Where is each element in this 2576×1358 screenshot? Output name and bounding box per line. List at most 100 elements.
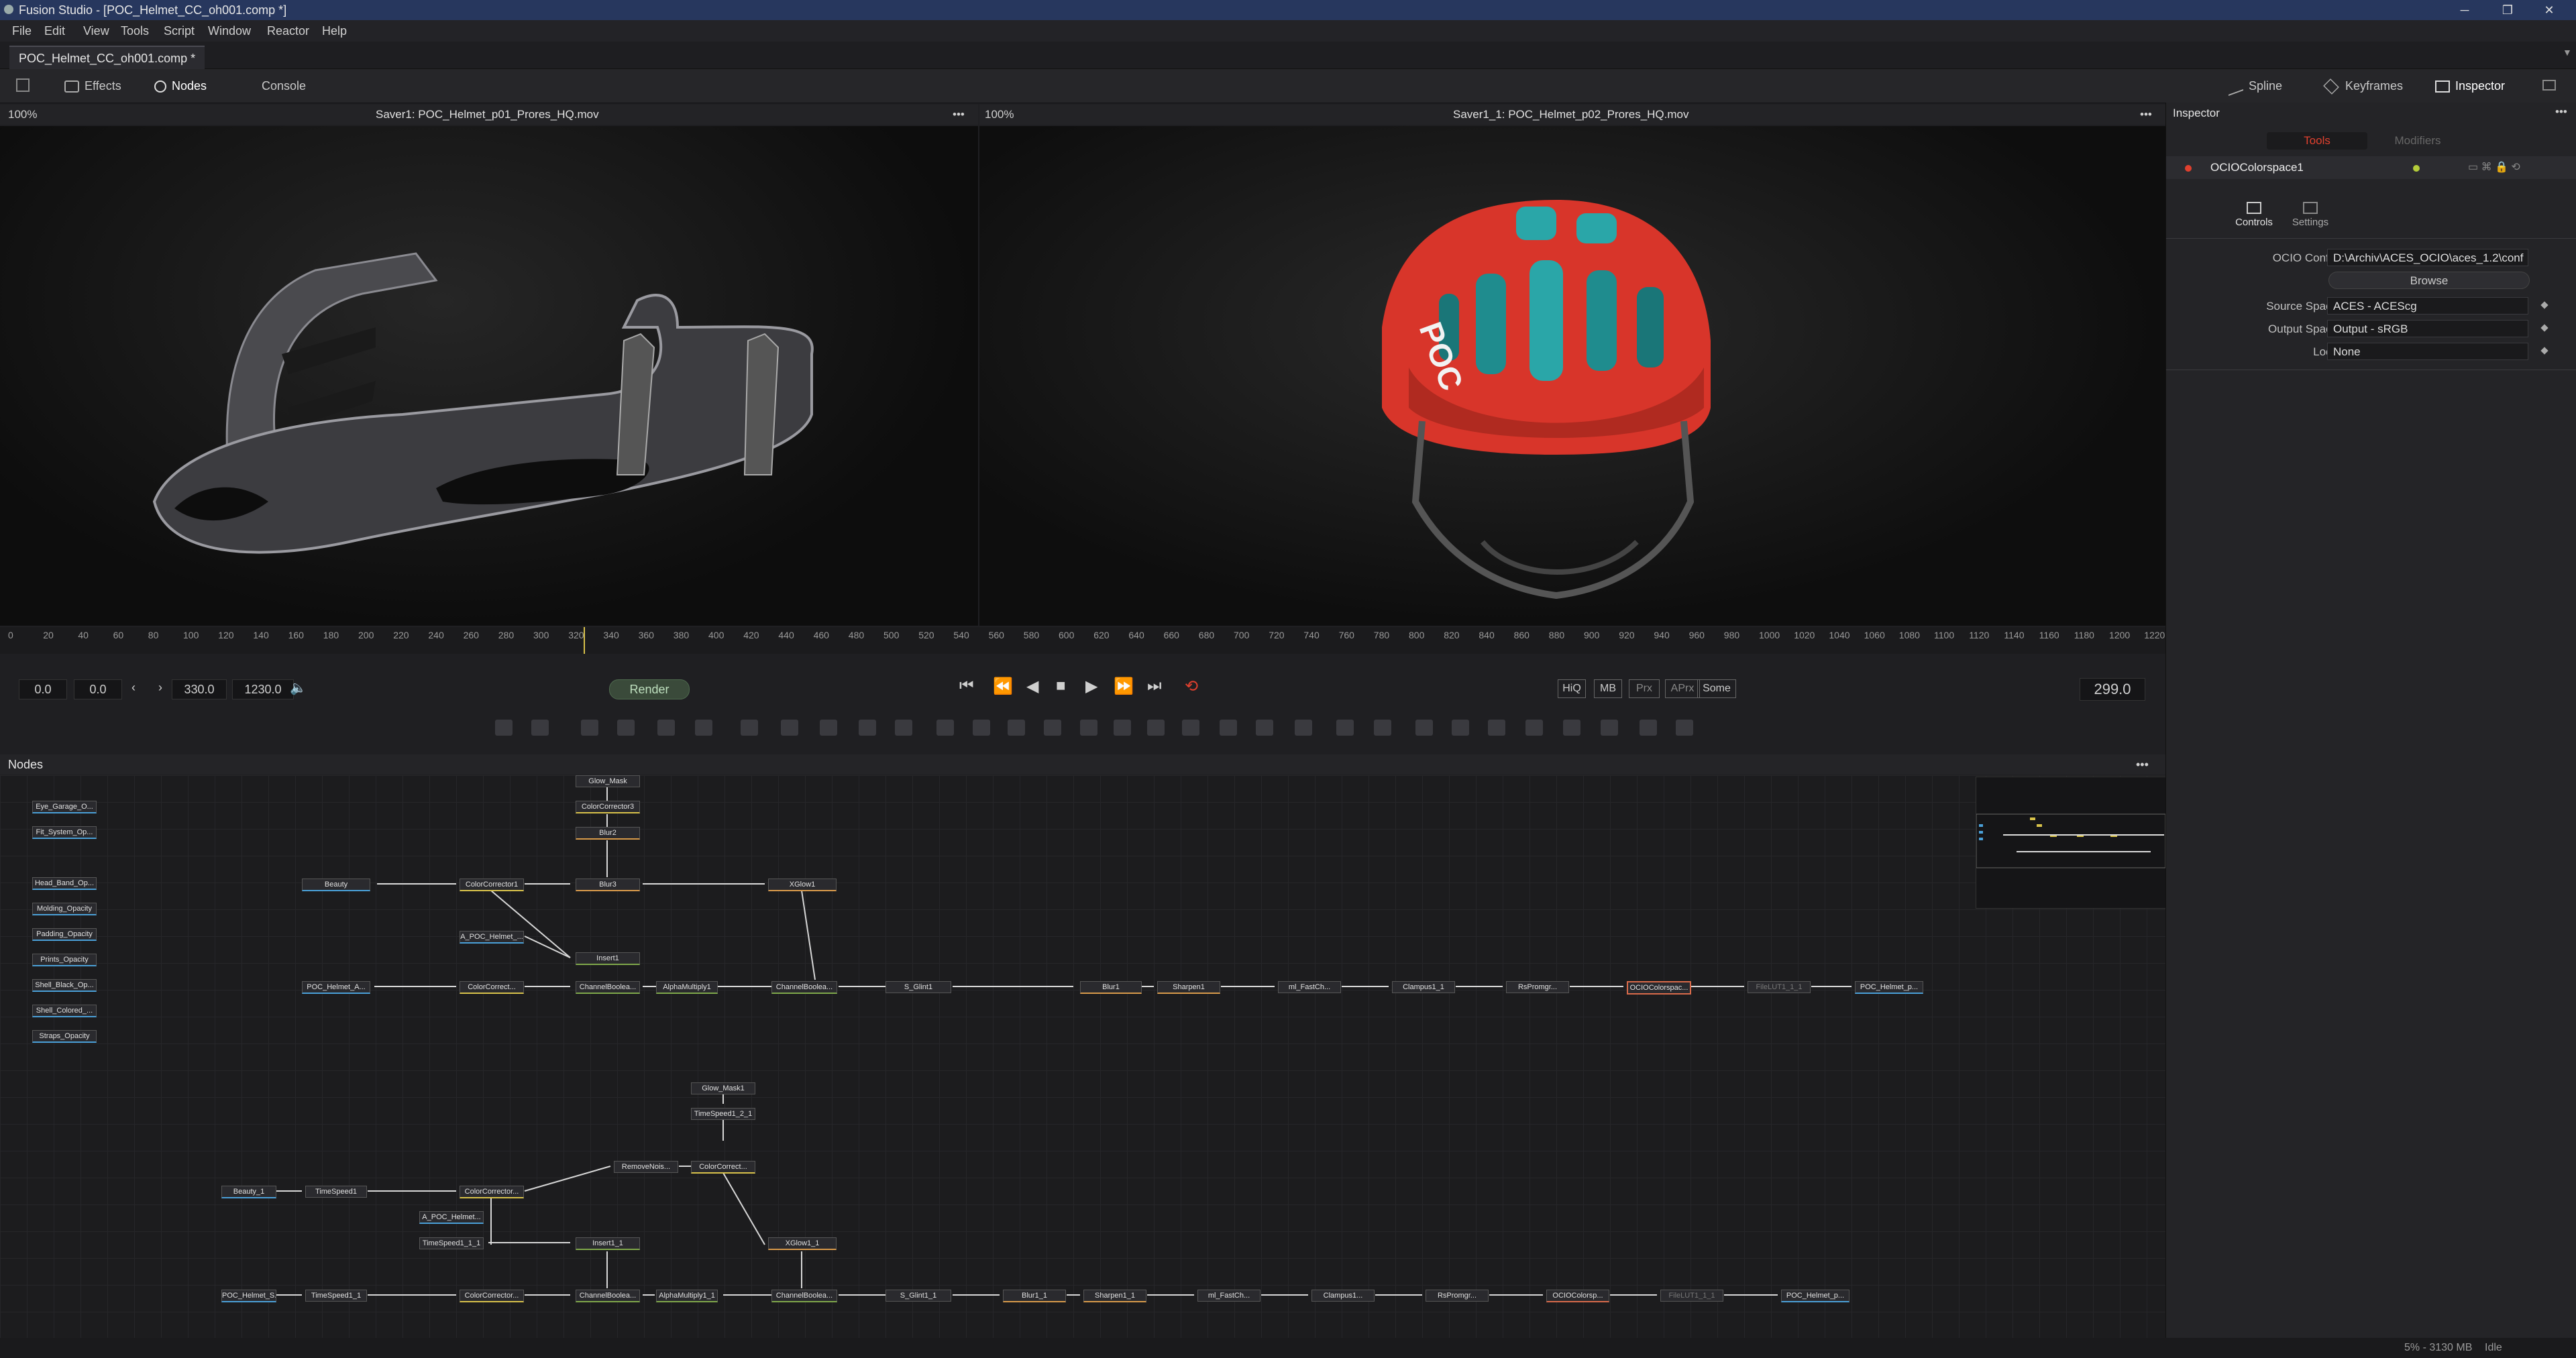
- loop-icon[interactable]: ⟲: [1185, 677, 1198, 696]
- tool-icon-26[interactable]: [1452, 720, 1469, 736]
- console-button[interactable]: Console: [262, 69, 306, 103]
- look-keyframe-icon[interactable]: [2540, 347, 2548, 355]
- spline-button[interactable]: Spline: [2229, 69, 2282, 103]
- node-color-corrector1[interactable]: ColorCorrector1: [460, 879, 524, 891]
- node-blur1-1[interactable]: Blur1_1: [1003, 1290, 1066, 1302]
- global-end-field[interactable]: 1230.0: [232, 679, 294, 699]
- document-tab[interactable]: POC_Helmet_CC_oh001.comp *: [9, 46, 205, 70]
- node-ocio-colorspace-b[interactable]: OCIOColorsp...: [1546, 1290, 1609, 1302]
- node-channel-boolean-b2[interactable]: ChannelBoolea...: [771, 1290, 837, 1302]
- node-s-glint1-1[interactable]: S_Glint1_1: [885, 1290, 951, 1302]
- node-prints[interactable]: Prints_Opacity: [32, 954, 97, 966]
- node-saver-b[interactable]: POC_Helmet_p...: [1781, 1290, 1849, 1302]
- node-timespeed1-1-1[interactable]: TimeSpeed1_1_1: [419, 1237, 484, 1249]
- panel-toggle-icon[interactable]: [16, 78, 30, 92]
- tool-icon-7[interactable]: [741, 720, 758, 736]
- global-start-field[interactable]: 0.0: [19, 679, 67, 699]
- node-timespeed1-1[interactable]: TimeSpeed1_1: [305, 1290, 367, 1302]
- node-timespeed1-2-1[interactable]: TimeSpeed1_2_1: [691, 1108, 755, 1120]
- tool-icon-10[interactable]: [859, 720, 876, 736]
- look-select[interactable]: None: [2327, 343, 2528, 360]
- right-viewer-zoom[interactable]: 100%: [985, 105, 1014, 125]
- tool-icon-21[interactable]: [1256, 720, 1273, 736]
- node-color-corrector-d[interactable]: ColorCorrector...: [460, 1290, 524, 1302]
- render-button[interactable]: Render: [609, 679, 690, 699]
- menu-reactor[interactable]: Reactor: [267, 24, 309, 38]
- tool-color-dot[interactable]: [2185, 165, 2192, 172]
- inspector-more-icon[interactable]: •••: [2555, 105, 2567, 119]
- tool-icon-30[interactable]: [1601, 720, 1618, 736]
- node-shell-black[interactable]: Shell_Black_Op...: [32, 979, 97, 992]
- node-channel-boolean[interactable]: ChannelBoolea...: [576, 981, 640, 994]
- tab-modifiers[interactable]: Modifiers: [2367, 132, 2468, 150]
- mb-toggle[interactable]: MB: [1594, 679, 1622, 698]
- render-start-field[interactable]: 0.0: [74, 679, 122, 699]
- menu-edit[interactable]: Edit: [44, 24, 65, 38]
- node-alpha-multiply1[interactable]: AlphaMultiply1: [656, 981, 718, 994]
- audio-icon[interactable]: 🔈: [290, 679, 307, 696]
- node-head-band[interactable]: Head_Band_Op...: [32, 877, 97, 890]
- aprx-toggle[interactable]: APrx: [1665, 679, 1700, 698]
- source-space-select[interactable]: ACES - ACEScg: [2327, 297, 2528, 315]
- node-graph[interactable]: Eye_Garage_O... Fit_System_Op... Head_Ba…: [0, 775, 2165, 1339]
- node-alpha-multiply1-1[interactable]: AlphaMultiply1_1: [656, 1290, 718, 1302]
- node-ml-fastch[interactable]: ml_FastCh...: [1278, 981, 1341, 993]
- playhead[interactable]: [584, 627, 585, 654]
- node-eye-garage[interactable]: Eye_Garage_O...: [32, 801, 97, 813]
- tool-icon-28[interactable]: [1525, 720, 1543, 736]
- right-viewer[interactable]: POC: [979, 126, 2165, 626]
- left-viewer-zoom[interactable]: 100%: [8, 105, 37, 125]
- node-glow-mask[interactable]: Glow_Mask: [576, 775, 640, 787]
- tool-icon-5[interactable]: [657, 720, 675, 736]
- tool-icon-18[interactable]: [1147, 720, 1165, 736]
- node-blur3[interactable]: Blur3: [576, 879, 640, 891]
- tool-icon-23[interactable]: [1336, 720, 1354, 736]
- play-icon[interactable]: ▶: [1085, 677, 1097, 696]
- menu-window[interactable]: Window: [208, 24, 251, 38]
- node-a-poc-helmet[interactable]: A_POC_Helmet_...: [460, 931, 524, 944]
- current-frame-field[interactable]: 299.0: [2080, 678, 2145, 701]
- node-beauty-1[interactable]: Beauty_1: [221, 1186, 276, 1198]
- tool-icon-31[interactable]: [1640, 720, 1657, 736]
- node-fit-system[interactable]: Fit_System_Op...: [32, 826, 97, 839]
- tool-icon-32[interactable]: [1676, 720, 1693, 736]
- nodes-more-icon[interactable]: •••: [2136, 754, 2149, 775]
- chevron-down-icon[interactable]: ▼: [2563, 47, 2572, 58]
- tool-icon-9[interactable]: [820, 720, 837, 736]
- node-channel-boolean2[interactable]: ChannelBoolea...: [771, 981, 837, 994]
- node-glow-mask1[interactable]: Glow_Mask1: [691, 1082, 755, 1094]
- some-toggle[interactable]: Some: [1697, 679, 1736, 698]
- tool-icon-27[interactable]: [1488, 720, 1505, 736]
- minimize-button[interactable]: ─: [2451, 2, 2478, 18]
- node-a-poc-helmet-b[interactable]: A_POC_Helmet...: [419, 1211, 484, 1224]
- node-channel-boolean-b[interactable]: ChannelBoolea...: [576, 1290, 640, 1302]
- controls-subtab[interactable]: Controls: [2231, 202, 2277, 228]
- tool-icon-13[interactable]: [973, 720, 990, 736]
- settings-subtab[interactable]: Settings: [2287, 202, 2334, 228]
- inspector-button[interactable]: Inspector: [2435, 69, 2505, 103]
- node-color-correct-a[interactable]: ColorCorrect...: [460, 981, 524, 994]
- tool-icon-20[interactable]: [1220, 720, 1237, 736]
- node-straps[interactable]: Straps_Opacity: [32, 1030, 97, 1043]
- node-beauty[interactable]: Beauty: [302, 879, 370, 891]
- tool-icon-29[interactable]: [1563, 720, 1580, 736]
- left-viewer-more-icon[interactable]: •••: [953, 105, 965, 125]
- go-end-icon[interactable]: ⏭: [1147, 677, 1162, 695]
- node-poc-helmet-a[interactable]: POC_Helmet_A...: [302, 981, 370, 994]
- node-sharpen1[interactable]: Sharpen1: [1157, 981, 1220, 994]
- effects-button[interactable]: Effects: [64, 69, 121, 103]
- maximize-button[interactable]: ❐: [2494, 2, 2521, 18]
- tool-icon-24[interactable]: [1374, 720, 1391, 736]
- node-color-correct-c[interactable]: ColorCorrect...: [691, 1161, 755, 1174]
- tool-icon-25[interactable]: [1415, 720, 1433, 736]
- tool-icon-16[interactable]: [1080, 720, 1097, 736]
- fast-forward-icon[interactable]: ⏩: [1114, 677, 1134, 696]
- tab-tools[interactable]: Tools: [2267, 132, 2367, 150]
- source-keyframe-icon[interactable]: [2540, 301, 2548, 309]
- nodes-button[interactable]: Nodes: [154, 69, 207, 103]
- keyframes-button[interactable]: Keyframes: [2322, 69, 2403, 103]
- node-ml-fastch-b[interactable]: ml_FastCh...: [1197, 1290, 1260, 1302]
- node-blur2[interactable]: Blur2: [576, 827, 640, 840]
- node-navigator[interactable]: [1976, 777, 2166, 909]
- hiq-toggle[interactable]: HiQ: [1558, 679, 1586, 698]
